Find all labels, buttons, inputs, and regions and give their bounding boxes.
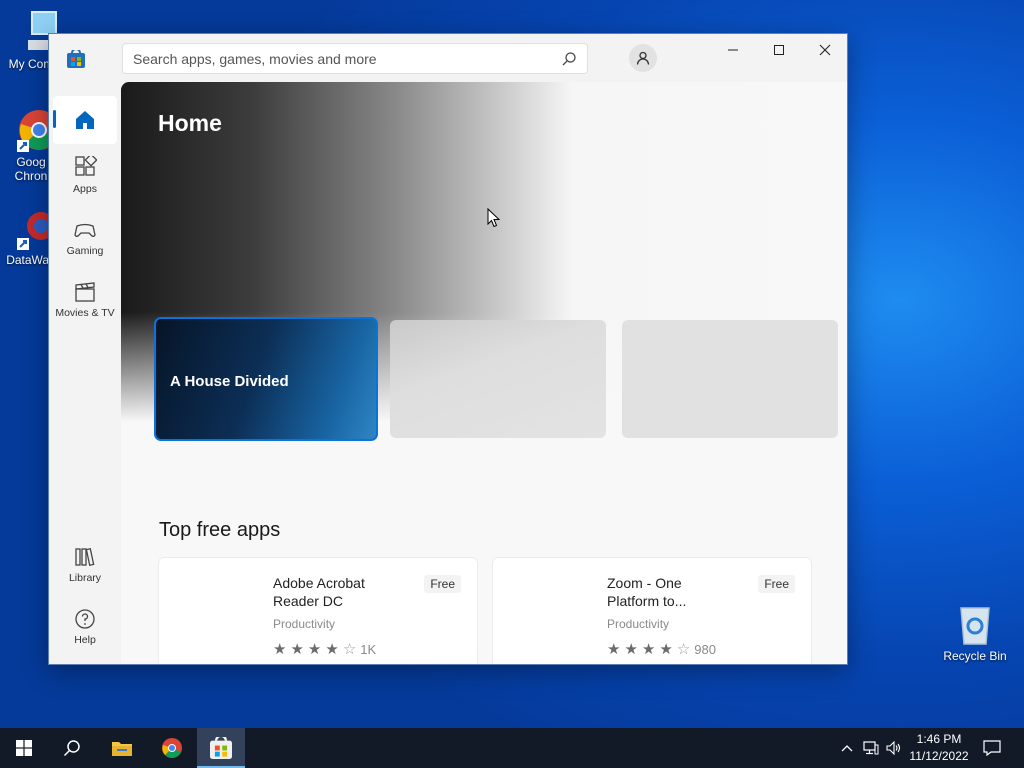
taskbar-store[interactable] (197, 728, 245, 768)
rating-count: 1K (360, 641, 377, 657)
page-title: Home (158, 110, 222, 136)
hero-card[interactable]: A House Divided (154, 317, 378, 441)
rating-count: 980 (694, 641, 716, 657)
account-button[interactable] (629, 44, 657, 72)
desktop-icon-label: Recycle Bin (943, 649, 1007, 663)
home-icon (76, 111, 94, 129)
minimize-icon (728, 49, 738, 51)
nav-item-apps[interactable]: Apps (49, 156, 121, 195)
help-icon (75, 609, 95, 629)
action-center-button[interactable] (978, 728, 1006, 768)
star-empty-icon: ☆ (676, 641, 691, 658)
taskbar-search-button[interactable] (48, 728, 96, 768)
search-box[interactable] (122, 43, 588, 74)
app-category: Productivity (273, 617, 336, 631)
app-card[interactable]: Zoom - One Platform to... Free Productiv… (492, 557, 812, 664)
mouse-cursor-icon (487, 208, 501, 228)
nav-label: Movies & TV (55, 307, 115, 319)
app-category: Productivity (607, 617, 670, 631)
nav-item-movies-tv[interactable]: Movies & TV (49, 280, 121, 319)
app-name: Zoom - One Platform to... (607, 575, 687, 609)
show-hidden-icons-button[interactable] (838, 728, 856, 768)
search-input[interactable] (133, 50, 561, 67)
recycle-bin-icon (960, 607, 990, 645)
file-explorer-icon (112, 742, 132, 756)
maximize-button[interactable] (756, 34, 802, 66)
movies-icon (75, 282, 95, 302)
hero-card[interactable] (622, 320, 838, 438)
desktop-icon-recycle-bin[interactable]: Recycle Bin (940, 602, 1010, 663)
clock-time: 1:46 PM (916, 732, 962, 746)
maximize-icon (774, 45, 784, 55)
star-icon: ★ (307, 641, 322, 658)
nav-item-library[interactable]: Library (49, 545, 121, 584)
start-button[interactable] (0, 728, 48, 768)
volume-icon (886, 741, 901, 755)
hero-card-title: A House Divided (170, 373, 289, 390)
clock[interactable]: 1:46 PM 11/12/2022 (902, 731, 976, 765)
star-icon: ★ (624, 641, 638, 658)
hero-card[interactable] (390, 320, 606, 438)
search-icon (63, 740, 80, 757)
nav-item-gaming[interactable]: Gaming (49, 218, 121, 257)
price-badge: Free (758, 575, 795, 593)
apps-icon (75, 156, 97, 176)
star-icon: ★ (273, 641, 287, 658)
home-page: Home A House Divided Top free apps Adobe… (121, 82, 847, 664)
star-icon: ★ (659, 641, 673, 658)
nav-sidebar: Apps Gaming Movies & TV Library Help (49, 82, 121, 664)
taskbar: 1:46 PM 11/12/2022 (0, 728, 1024, 768)
star-icon: ★ (641, 641, 656, 658)
active-indicator (53, 110, 56, 128)
notification-icon (983, 740, 1001, 756)
windows-start-icon (16, 740, 32, 756)
nav-item-home[interactable] (53, 96, 117, 144)
nav-item-help[interactable]: Help (49, 607, 121, 646)
close-button[interactable] (802, 34, 847, 66)
taskbar-file-explorer[interactable] (98, 728, 146, 768)
section-title[interactable]: Top free apps (159, 519, 280, 542)
network-icon (863, 741, 879, 755)
store-window: Apps Gaming Movies & TV Library (48, 33, 848, 665)
nav-label: Library (68, 572, 102, 584)
app-name: Adobe Acrobat Reader DC (273, 575, 365, 609)
user-icon (636, 51, 650, 65)
close-icon (819, 44, 831, 56)
store-icon (67, 50, 85, 68)
star-icon: ★ (607, 641, 621, 658)
minimize-button[interactable] (710, 34, 756, 66)
store-icon (210, 737, 232, 759)
price-badge: Free (424, 575, 461, 593)
app-rating: ★ ★ ★ ★ ☆ 980 (607, 640, 716, 658)
taskbar-chrome[interactable] (148, 728, 196, 768)
nav-label: Apps (73, 183, 97, 195)
clock-date: 11/12/2022 (909, 749, 969, 763)
app-card[interactable]: Adobe Acrobat Reader DC Free Productivit… (158, 557, 478, 664)
title-bar (49, 34, 847, 82)
gaming-icon (74, 223, 96, 237)
nav-label: Gaming (66, 245, 104, 257)
search-icon[interactable] (561, 51, 577, 67)
network-button[interactable] (860, 728, 882, 768)
nav-label: Help (74, 634, 96, 646)
star-icon: ★ (325, 641, 339, 658)
star-empty-icon: ☆ (342, 641, 357, 658)
star-icon: ★ (290, 641, 304, 658)
chevron-up-icon (841, 745, 853, 752)
library-icon (75, 547, 95, 567)
chrome-icon (162, 738, 182, 758)
app-rating: ★ ★ ★ ★ ☆ 1K (273, 640, 376, 658)
